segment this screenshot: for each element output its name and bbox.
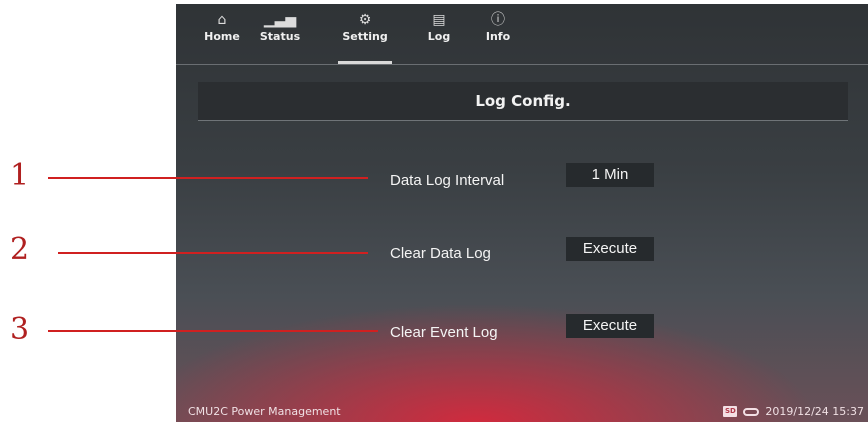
tab-setting-label: Setting: [342, 30, 388, 43]
folder-icon: ▤: [432, 12, 446, 28]
connection-icon: [743, 407, 760, 416]
device-screen: ⌂ Home ▁▃▅ Status ⚙ Setting ▤ Log ⓘ Info…: [176, 4, 868, 422]
status-bar: CMU2C Power Management SD 2019/12/24 15:…: [176, 402, 868, 422]
callout-number-1: 1: [10, 158, 30, 193]
clear-event-log-label: Clear Event Log: [390, 324, 498, 341]
callout-line-1: [48, 177, 368, 179]
status-right: SD 2019/12/24 15:37: [723, 405, 864, 418]
clear-event-log-button[interactable]: Execute: [566, 314, 654, 338]
tab-status-label: Status: [259, 30, 301, 43]
home-icon: ⌂: [217, 12, 227, 28]
data-log-interval-select[interactable]: 1 Min: [566, 163, 654, 187]
nav-divider: [176, 64, 868, 65]
datetime: 2019/12/24 15:37: [765, 405, 864, 418]
clear-data-log-button[interactable]: Execute: [566, 237, 654, 261]
tab-home-label: Home: [204, 30, 240, 43]
callout-number-2: 2: [10, 232, 30, 267]
app-name: CMU2C Power Management: [188, 405, 341, 418]
sd-card-icon: SD: [723, 406, 738, 417]
info-icon: ⓘ: [491, 12, 505, 28]
bar-chart-icon: ▁▃▅: [263, 12, 297, 28]
tab-log[interactable]: ▤ Log: [422, 10, 456, 62]
callout-line-3: [48, 330, 378, 332]
tab-info[interactable]: ⓘ Info: [481, 10, 515, 62]
gear-icon: ⚙: [358, 12, 372, 28]
tab-setting[interactable]: ⚙ Setting: [338, 10, 392, 64]
data-log-interval-label: Data Log Interval: [390, 172, 505, 189]
callout-number-3: 3: [10, 312, 30, 347]
tab-home[interactable]: ⌂ Home: [200, 10, 244, 62]
tab-status[interactable]: ▁▃▅ Status: [256, 10, 304, 62]
callout-line-2: [58, 252, 368, 254]
top-nav: ⌂ Home ▁▃▅ Status ⚙ Setting ▤ Log ⓘ Info: [176, 4, 868, 64]
panel-title: Log Config.: [198, 82, 848, 121]
tab-log-label: Log: [427, 30, 451, 43]
tab-info-label: Info: [485, 30, 511, 43]
clear-data-log-label: Clear Data Log: [390, 245, 491, 262]
